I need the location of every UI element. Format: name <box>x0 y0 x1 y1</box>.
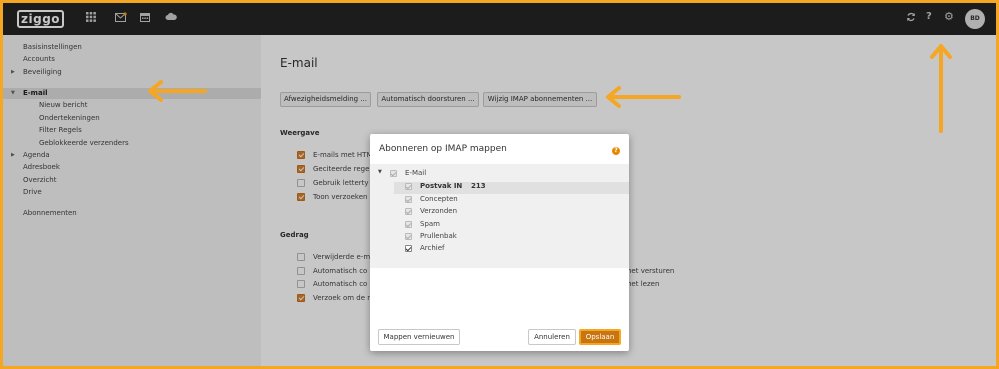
folder-label[interactable]: Verzonden <box>420 207 457 215</box>
annotation-arrow-up-icon <box>930 44 952 133</box>
folder-label[interactable]: Postvak IN <box>420 182 462 190</box>
checkbox-concepten[interactable] <box>405 196 412 203</box>
caret-down-icon[interactable]: ▼ <box>378 169 382 175</box>
folder-label[interactable]: Archief <box>420 244 445 252</box>
cancel-button[interactable]: Annuleren <box>528 329 576 345</box>
tree-root-label[interactable]: E-Mail <box>405 169 426 177</box>
imap-subscribe-dialog: Abonneren op IMAP mappen ? ▼ E-Mail Post… <box>370 134 629 351</box>
unread-count: 213 <box>471 182 486 190</box>
checkbox-spam[interactable] <box>405 221 412 228</box>
annotation-arrow-left-icon <box>606 86 681 108</box>
checkbox-prullenbak[interactable] <box>405 233 412 240</box>
checkbox-root[interactable] <box>390 170 397 177</box>
checkbox-postvak-in[interactable] <box>405 183 412 190</box>
checkbox-archief[interactable] <box>405 245 412 252</box>
app-frame: ziggo ? ⚙ BD Basisinstellingen Accounts … <box>3 3 996 366</box>
folder-tree: ▼ E-Mail Postvak IN 213 Concepten Verzon… <box>370 164 629 268</box>
save-button[interactable]: Opslaan <box>579 329 621 345</box>
dialog-title: Abonneren op IMAP mappen <box>379 144 507 154</box>
annotation-arrow-left-icon <box>148 80 207 102</box>
help-icon[interactable]: ? <box>612 147 620 155</box>
folder-label[interactable]: Prullenbak <box>420 232 457 240</box>
refresh-folders-button[interactable]: Mappen vernieuwen <box>378 329 460 345</box>
checkbox-verzonden[interactable] <box>405 208 412 215</box>
folder-label[interactable]: Spam <box>420 220 440 228</box>
folder-label[interactable]: Concepten <box>420 195 458 203</box>
